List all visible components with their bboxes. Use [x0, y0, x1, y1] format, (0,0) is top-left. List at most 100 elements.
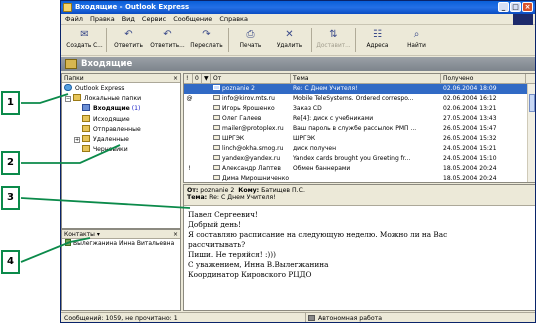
preview-body[interactable]: Павел Сергеевич! Добрый день! Я составля… — [184, 206, 535, 284]
folder-item-inbox[interactable]: Входящие (1) — [62, 104, 180, 114]
message-row[interactable]: ШРГЭК ШРГЭК 26.05.2004 15:32 — [184, 134, 535, 144]
minimize-button[interactable]: _ — [498, 2, 509, 12]
folder-label: Удаленные — [93, 135, 129, 143]
message-subject: Обмен баннерами — [293, 165, 351, 172]
outbox-icon — [82, 114, 90, 122]
body-line: Координатор Кировского РЦДО — [188, 270, 312, 279]
menu-tools[interactable]: Сервис — [142, 14, 166, 24]
message-row[interactable]: ! Александр Лаптев Обмен баннерами 18.05.20… — [184, 164, 535, 174]
message-received: 02.06.2004 13:21 — [443, 105, 497, 112]
contacts-pane-header[interactable]: Контакты ▾ × — [62, 230, 180, 239]
folders-pane-close-button[interactable]: × — [173, 74, 178, 83]
message-from: Игорь Ярошенко — [211, 104, 291, 114]
message-attachment — [193, 104, 202, 114]
col-from[interactable]: От — [211, 74, 291, 83]
col-flag[interactable]: ▼ — [202, 74, 211, 83]
outlook-express-icon — [64, 84, 72, 91]
delete-label: Удалить — [276, 43, 303, 49]
folder-item-drafts[interactable]: Черновики — [62, 145, 180, 155]
message-priority — [184, 104, 193, 114]
col-priority[interactable]: ! — [184, 74, 193, 83]
message-from-text: ШРГЭК — [222, 135, 245, 142]
message-from-text: Олег Галеев — [222, 115, 262, 122]
message-row[interactable]: poznanie 2 Re: С Днем Учителя! 02.06.2004 … — [184, 84, 535, 94]
folder-item-outlook-express[interactable]: Outlook Express — [62, 84, 180, 94]
col-attachment[interactable]: 0 — [193, 74, 202, 83]
title-bar[interactable]: Входящие - Outlook Express _ □ × — [61, 1, 535, 14]
contacts-dropdown-icon[interactable]: ▾ — [97, 231, 100, 238]
col-subject[interactable]: Тема — [291, 74, 441, 83]
message-priority — [184, 144, 193, 154]
message-flag — [202, 174, 211, 182]
message-flag — [202, 94, 211, 104]
current-folder-title: Входящие — [81, 59, 133, 69]
collapse-icon[interactable]: − — [65, 96, 71, 103]
message-flag — [202, 124, 211, 134]
reply-all-button[interactable]: ↶ Ответить... — [148, 26, 187, 54]
contacts-pane-close-button[interactable]: × — [173, 230, 178, 239]
scrollbar-thumb[interactable] — [529, 94, 535, 112]
toolbar-separator — [228, 28, 229, 52]
envelope-icon — [213, 165, 220, 170]
folder-item-sent[interactable]: Отправленные — [62, 124, 180, 135]
folder-item-local-folders[interactable]: − Локальные папки — [62, 94, 180, 104]
body-line: Павел Сергеевич! — [188, 210, 258, 219]
folder-item-outbox[interactable]: Исходящие — [62, 114, 180, 125]
contacts-pane-title: Контакты — [64, 231, 95, 238]
inbox-icon — [82, 104, 90, 112]
print-button[interactable]: ⎙ Печать — [231, 26, 270, 54]
envelope-icon — [213, 105, 220, 110]
message-row[interactable]: mailer@protoplex.ru Ваш пароль в службе р… — [184, 124, 535, 134]
menu-view[interactable]: Вид — [122, 14, 135, 24]
deleted-items-icon — [82, 134, 90, 142]
maximize-button[interactable]: □ — [510, 2, 521, 12]
close-button[interactable]: × — [522, 2, 533, 12]
find-button[interactable]: ⌕ Найти — [397, 26, 436, 54]
menu-message[interactable]: Сообщение — [173, 14, 212, 24]
menu-bar: Файл Правка Вид Сервис Сообщение Справка — [61, 14, 535, 25]
message-row[interactable]: linch@okha.smog.ru диск получен 24.05.2004… — [184, 144, 535, 154]
reply-label: Ответить — [114, 43, 143, 49]
envelope-icon — [213, 145, 220, 150]
message-row[interactable]: @ info@kirov.mts.ru Mobile TeleSystems. Or… — [184, 94, 535, 104]
contact-name: Вылегжанина Инна Витальевна — [73, 240, 175, 247]
menu-edit[interactable]: Правка — [90, 14, 115, 24]
col-received[interactable]: Получено — [441, 74, 526, 83]
forward-label: Переслать — [190, 43, 223, 49]
contact-item[interactable]: Вылегжанина Инна Витальевна — [62, 239, 180, 249]
message-from-text: mailer@protoplex.ru — [222, 125, 284, 132]
menu-help[interactable]: Справка — [219, 14, 248, 24]
forward-button[interactable]: ↷ Переслать — [187, 26, 226, 54]
message-row[interactable]: Дима Мирошниченко 18.05.2004 20:24 — [184, 174, 535, 182]
message-list-scrollbar[interactable] — [527, 84, 535, 182]
body-line: С уважением, Инна В.Вылегжанина — [188, 260, 329, 269]
message-row[interactable]: Олег Галеев Re[4]: диск с учебниками 27.05… — [184, 114, 535, 124]
message-received: 18.05.2004 20:24 — [443, 175, 497, 182]
reply-all-icon: ↶ — [163, 29, 172, 40]
expand-icon[interactable]: + — [74, 136, 80, 143]
send-receive-button[interactable]: ⇅ Доставит... — [314, 26, 353, 54]
delete-button[interactable]: ✕ Удалить — [270, 26, 309, 54]
message-row[interactable]: yandex@yandex.ru Yandex cards brought you… — [184, 154, 535, 164]
envelope-icon — [213, 175, 220, 180]
message-list: ! 0 ▼ От Тема Получено poznanie 2 Re: С Д… — [183, 73, 535, 183]
new-mail-button[interactable]: ✉ Создать С... — [65, 26, 104, 54]
message-received: 02.06.2004 18:09 — [443, 85, 497, 92]
message-attachment — [193, 94, 202, 104]
toolbar-separator — [106, 28, 107, 52]
message-from-text: Дима Мирошниченко — [222, 175, 290, 182]
folder-item-deleted[interactable]: + Удаленные — [62, 134, 180, 145]
reply-button[interactable]: ↶ Ответить — [109, 26, 148, 54]
message-attachment — [193, 124, 202, 134]
message-row[interactable]: Игорь Ярошенко Заказ CD 02.06.2004 13:21 — [184, 104, 535, 114]
message-flag — [202, 114, 211, 124]
message-flag — [202, 104, 211, 114]
menu-file[interactable]: Файл — [65, 14, 83, 24]
address-book-button[interactable]: ☷ Адреса — [358, 26, 397, 54]
windows-logo-icon — [513, 14, 533, 25]
message-flag — [202, 134, 211, 144]
message-from: poznanie 2 — [211, 84, 291, 94]
message-received: 02.06.2004 16:12 — [443, 95, 497, 102]
message-from-text: info@kirov.mts.ru — [222, 95, 275, 102]
message-subject: Yandex cards brought you Greeting fr... — [293, 155, 411, 162]
